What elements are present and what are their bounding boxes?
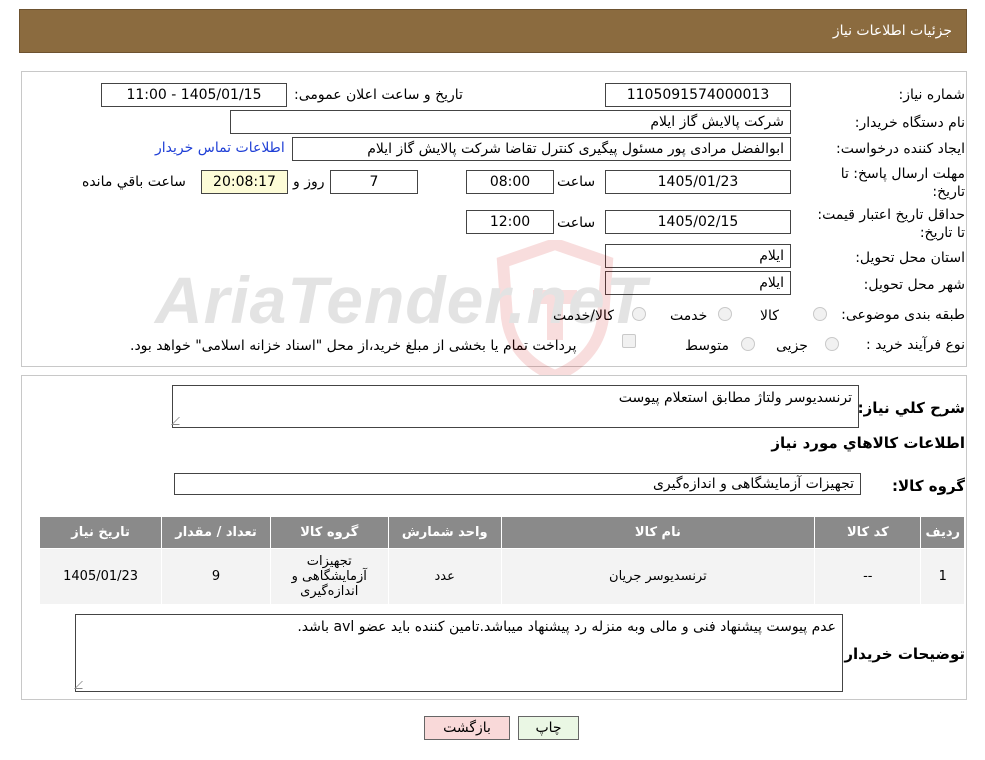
need-number-field: 1105091574000013 (605, 83, 791, 107)
category-option-service: خدمت (670, 308, 708, 324)
reply-deadline-time-label: ساعت (557, 174, 596, 190)
price-validity-label: حداقل تاریخ اعتبار قیمت: تا تاریخ: (817, 207, 965, 241)
cell-row-number: 1 (920, 548, 965, 605)
category-radio-goods-service[interactable] (632, 307, 646, 321)
category-option-goods: کالا (760, 308, 779, 324)
description-text: ترنسدیوسر ولتاژ مطابق استعلام پیوست (618, 390, 852, 406)
goods-group-field: تجهیزات آزمایشگاهی و اندازه‌گیری (174, 473, 861, 495)
column-header-item-name: نام کالا (500, 516, 816, 549)
print-button[interactable]: چاپ (518, 716, 579, 740)
description-textarea[interactable]: ترنسدیوسر ولتاژ مطابق استعلام پیوست (171, 385, 859, 428)
cell-unit: عدد (387, 548, 502, 605)
price-validity-time-label: ساعت (557, 215, 596, 231)
purchase-type-radio-minor[interactable] (825, 337, 839, 351)
goods-table: ردیف کد کالا نام کالا واحد شمارش گروه کا… (38, 516, 965, 605)
resize-grip-icon[interactable] (74, 681, 90, 689)
goods-group-label: گروه کالا: (892, 477, 965, 495)
buyer-notes-text: عدم پیوست پیشنهاد فنی و مالی وبه منزله ر… (297, 619, 836, 635)
buyer-contact-link[interactable]: اطلاعات تماس خریدار (155, 140, 285, 156)
cell-need-date: 1405/01/23 (38, 548, 163, 605)
price-validity-date: 1405/02/15 (605, 210, 791, 234)
delivery-province-label: استان محل تحویل: (855, 250, 965, 266)
cell-item-code: -- (814, 548, 922, 605)
need-number-label: شماره نیاز: (898, 87, 966, 103)
column-header-unit: واحد شمارش (387, 516, 502, 549)
treasury-payment-note: پرداخت تمام یا بخشی از مبلغ خرید،از محل … (130, 338, 577, 354)
reply-deadline-time: 08:00 (466, 170, 554, 194)
remaining-time-field: 20:08:17 (201, 170, 288, 194)
announce-datetime-label: تاریخ و ساعت اعلان عمومی: (294, 87, 463, 103)
delivery-province-field: ایلام (605, 244, 791, 268)
category-label: طبقه بندی موضوعی: (841, 307, 965, 323)
purchase-type-radio-medium[interactable] (741, 337, 755, 351)
category-option-goods-service: کالا/خدمت (553, 308, 614, 324)
delivery-city-field: ایلام (605, 271, 791, 295)
reply-deadline-label: مهلت ارسال پاسخ: تا تاریخ: (840, 166, 965, 200)
column-header-row-number: ردیف (920, 516, 965, 549)
reply-deadline-days-label: روز و (293, 174, 325, 190)
purchase-type-label: نوع فرآیند خرید : (866, 337, 965, 353)
goods-section-title: اطلاعات کالاهاي مورد نیاز (771, 434, 965, 452)
treasury-payment-checkbox[interactable] (622, 334, 636, 348)
table-row: 1 -- ترنسدیوسر جریان عدد تجهیزات آزمایشگ… (38, 548, 965, 605)
cell-quantity: 9 (161, 548, 271, 605)
back-button[interactable]: بازگشت (424, 716, 510, 740)
buyer-org-field: شرکت پالایش گاز ایلام (230, 110, 791, 134)
purchase-type-option-medium: متوسط (685, 338, 729, 354)
page-header: جزئیات اطلاعات نیاز (19, 9, 967, 53)
remaining-time-label: ساعت باقي مانده (82, 174, 186, 190)
price-validity-time: 12:00 (466, 210, 554, 234)
delivery-city-label: شهر محل تحویل: (863, 277, 965, 293)
table-header-row: ردیف کد کالا نام کالا واحد شمارش گروه کا… (38, 516, 965, 549)
column-header-need-date: تاریخ نیاز (38, 516, 163, 549)
requester-label: ایجاد کننده درخواست: (836, 141, 965, 157)
reply-deadline-days: 7 (330, 170, 418, 194)
column-header-quantity: تعداد / مقدار (161, 516, 271, 549)
category-radio-goods[interactable] (813, 307, 827, 321)
resize-grip-icon[interactable] (171, 417, 187, 425)
reply-deadline-date: 1405/01/23 (605, 170, 791, 194)
column-header-item-group: گروه کالا (269, 516, 389, 549)
announce-datetime-field: 1405/01/15 - 11:00 (101, 83, 287, 107)
cell-item-name: ترنسدیوسر جریان (500, 548, 816, 605)
description-label: شرح کلي نیاز: (857, 399, 965, 417)
cell-item-group: تجهیزات آزمایشگاهی و اندازه‌گیری (269, 548, 389, 605)
category-radio-service[interactable] (718, 307, 732, 321)
purchase-type-option-minor: جزیی (776, 338, 808, 354)
column-header-item-code: کد کالا (814, 516, 922, 549)
buyer-notes-label: توضیحات خریدار: (838, 645, 965, 663)
page-title: جزئیات اطلاعات نیاز (832, 23, 952, 39)
requester-field: ابوالفضل مرادی پور مسئول پیگیری کنترل تق… (292, 137, 791, 161)
buyer-org-label: نام دستگاه خریدار: (854, 115, 965, 131)
buyer-notes-textarea[interactable]: عدم پیوست پیشنهاد فنی و مالی وبه منزله ر… (74, 614, 843, 692)
